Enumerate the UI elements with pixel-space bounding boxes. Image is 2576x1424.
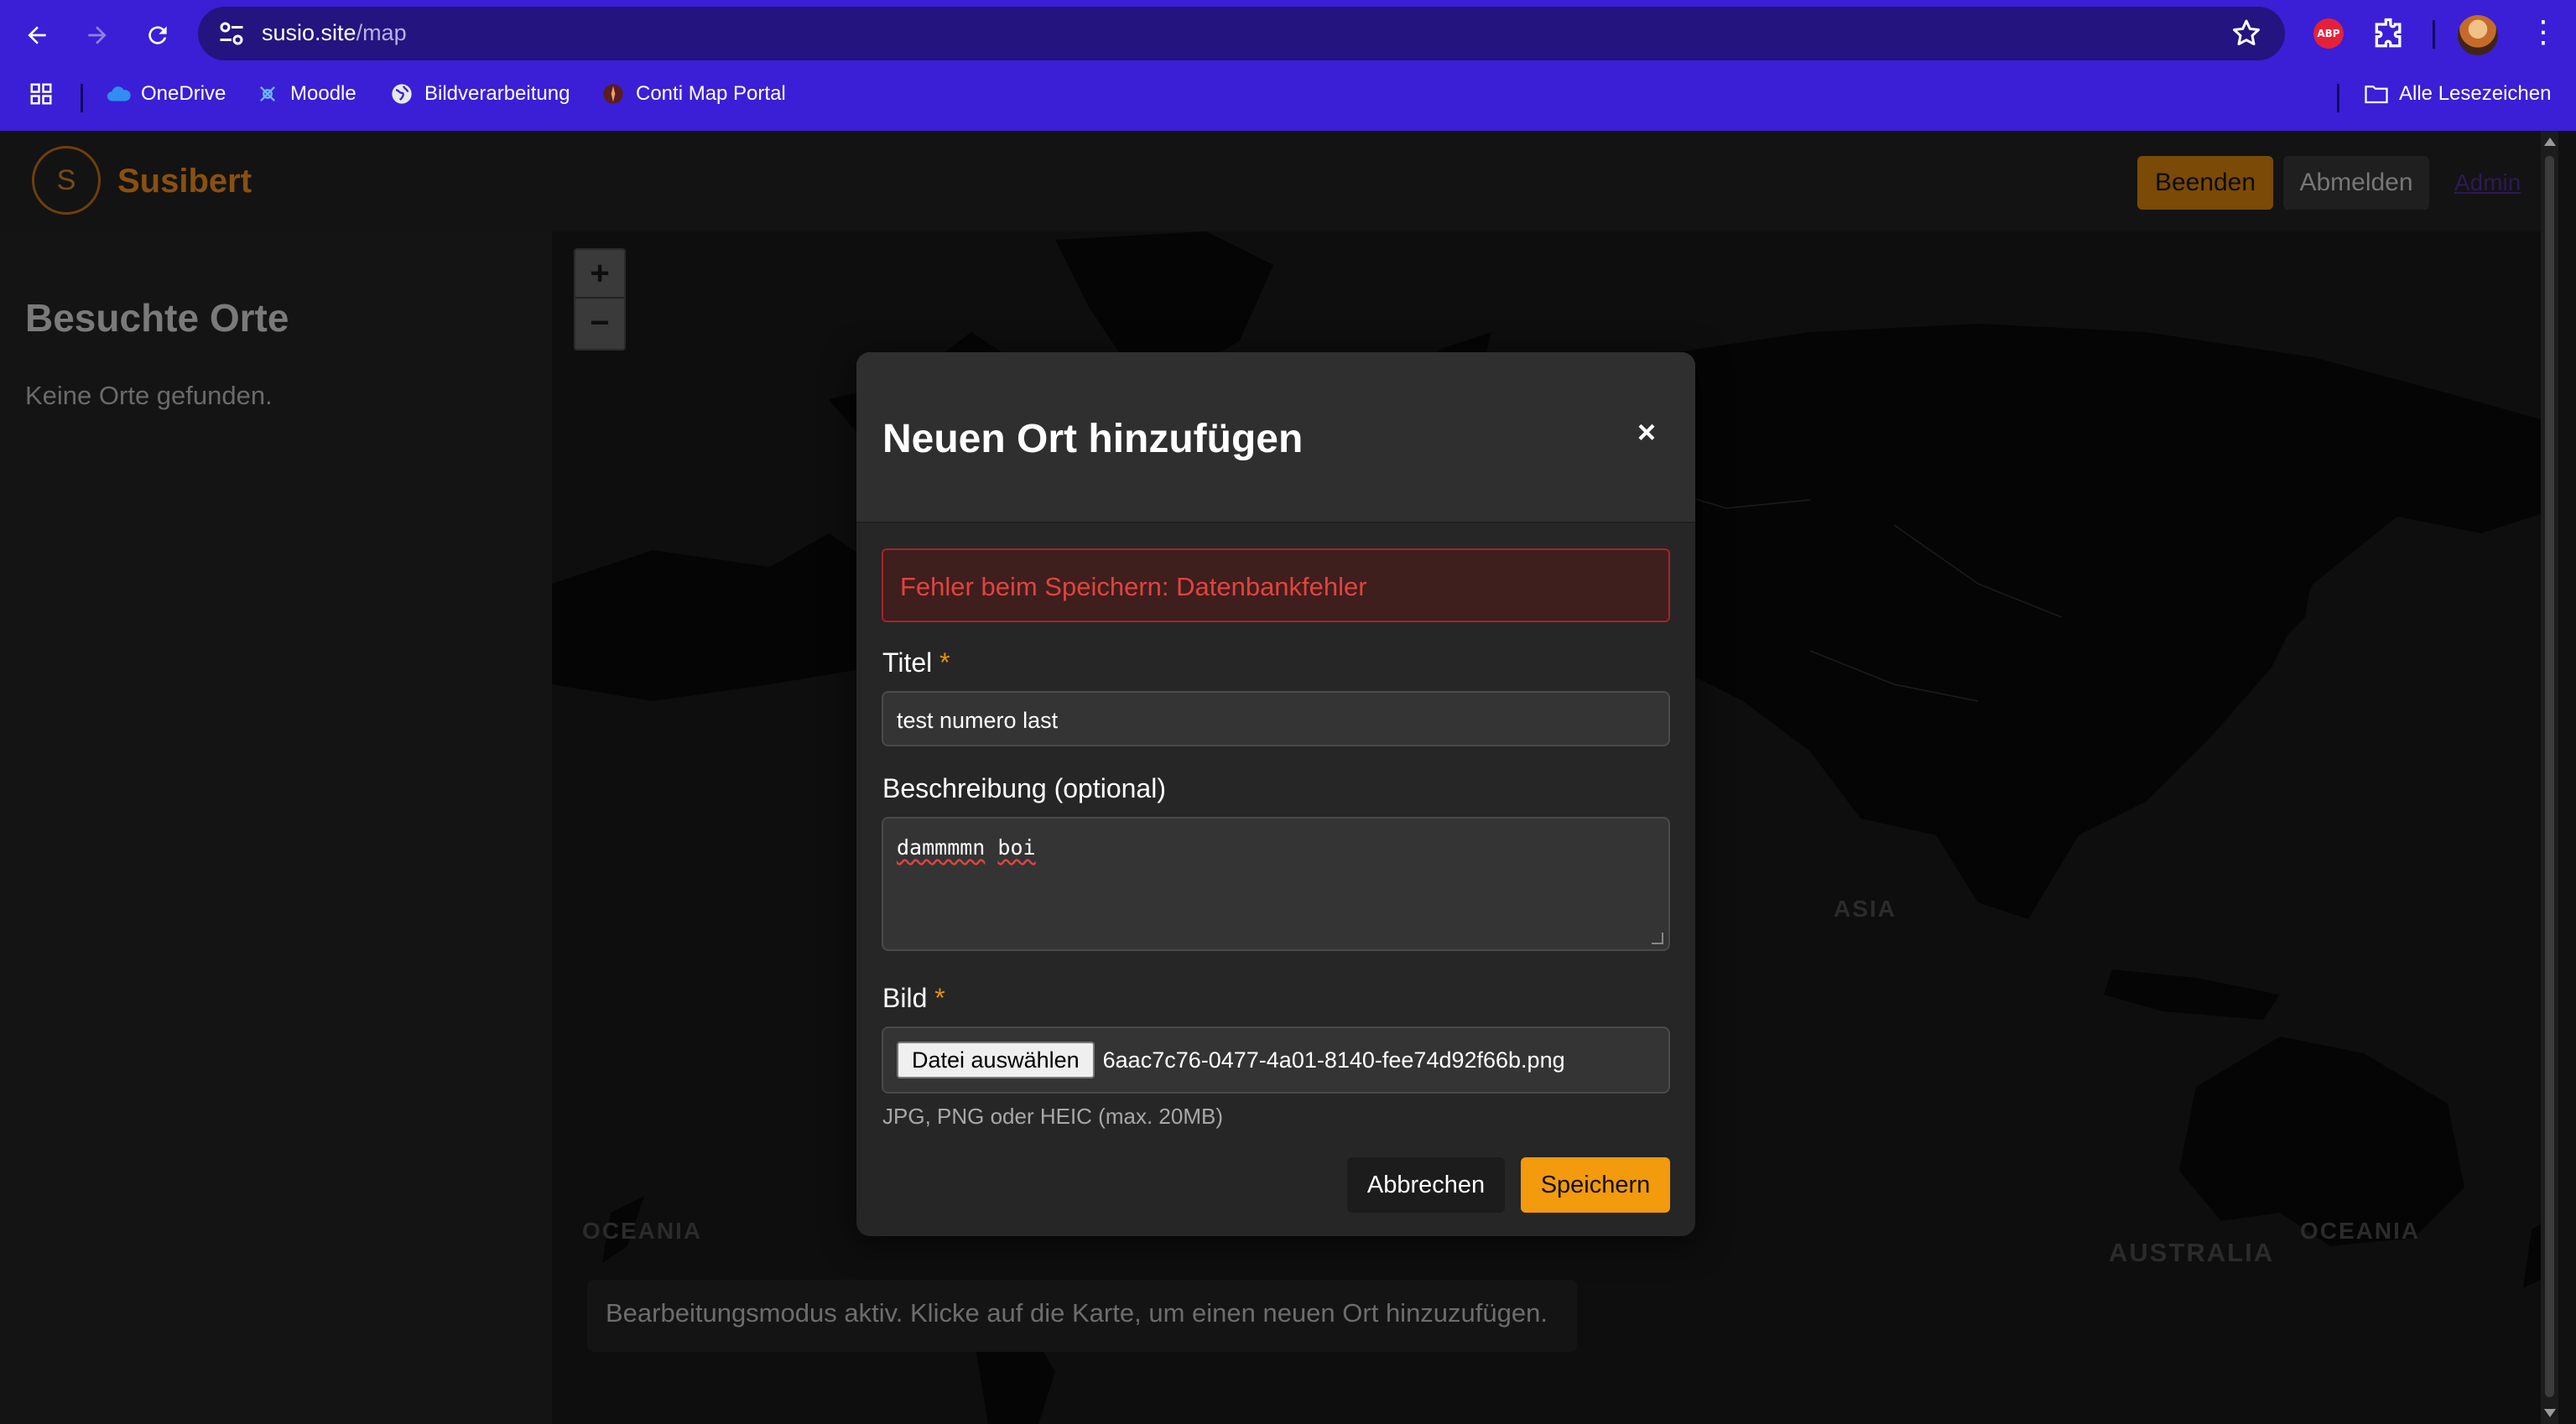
choose-file-button[interactable]: Datei auswählen (897, 1042, 1095, 1078)
required-marker: * (939, 647, 950, 678)
sidebar: Besuchte Orte Keine Orte gefunden. (0, 231, 552, 1424)
title-input[interactable]: test numero last (882, 691, 1670, 746)
file-format-hint: JPG, PNG oder HEIC (max. 20MB) (882, 1104, 1223, 1129)
error-alert: Fehler beim Speichern: Datenbankfehler (882, 548, 1670, 622)
bookmark-moodle[interactable]: Moodle (255, 77, 356, 111)
description-textarea[interactable]: dammmmn boi (882, 817, 1670, 951)
cloud-icon (106, 81, 131, 107)
map-label-asia: ASIA (1834, 896, 1897, 922)
description-word: dammmmn (897, 835, 986, 860)
reload-icon[interactable] (138, 15, 178, 55)
all-bookmarks-label: Alle Lesezeichen (2399, 82, 2552, 105)
selected-file-name: 6aac7c76-0477-4a01-8140-fee74d92f66b.png (1102, 1047, 1565, 1073)
app-header: S Susibert Beenden Abmelden Admin (0, 131, 2558, 231)
description-field-label: Beschreibung (optional) (882, 773, 1166, 803)
bookmark-label: Conti Map Portal (636, 82, 786, 105)
required-marker: * (934, 983, 945, 1013)
profile-avatar[interactable] (2458, 15, 2498, 55)
moodle-icon (255, 81, 280, 107)
title-field-label: Titel * (882, 647, 950, 678)
zoom-control: + − (574, 248, 626, 351)
site-settings-icon[interactable] (216, 18, 247, 49)
description-word: boi (997, 835, 1036, 860)
extensions-icon[interactable] (2370, 15, 2407, 52)
scroll-up-arrow[interactable] (2544, 138, 2556, 146)
save-button[interactable]: Speichern (1521, 1157, 1670, 1213)
map-label-oceania: OCEANIA (2300, 1218, 2421, 1244)
zoom-out-button[interactable]: − (575, 299, 624, 347)
sidebar-title: Besuchte Orte (25, 296, 289, 340)
all-bookmarks[interactable]: Alle Lesezeichen (2364, 77, 2551, 111)
brand-name[interactable]: Susibert (117, 163, 252, 200)
forward-icon[interactable] (77, 15, 117, 55)
scroll-down-arrow[interactable] (2544, 1409, 2556, 1417)
toolbar-separator (2433, 20, 2435, 49)
file-input[interactable]: Datei auswählen 6aac7c76-0477-4a01-8140-… (882, 1026, 1670, 1094)
admin-link[interactable]: Admin (2454, 169, 2521, 196)
folder-icon (2364, 81, 2389, 107)
modal-title: Neuen Ort hinzufügen (882, 417, 1304, 461)
modal-header: Neuen Ort hinzufügen × (856, 352, 1695, 523)
compass-icon (601, 81, 626, 107)
adblock-label: ABP (2317, 28, 2340, 39)
image-field-label: Bild * (882, 983, 945, 1014)
bookmark-label: Bildverarbeitung (424, 82, 570, 105)
bookmark-label: Moodle (290, 82, 356, 105)
scroll-thumb[interactable] (2545, 156, 2554, 1397)
image-label-text: Bild (882, 983, 928, 1013)
adblock-icon[interactable]: ABP (2313, 18, 2344, 49)
url-path: /map (356, 20, 407, 45)
bookmarks-separator (81, 84, 83, 112)
map-label-oceania: OCEANIA (582, 1218, 703, 1244)
globe-icon (389, 81, 414, 107)
bookmark-label: OneDrive (141, 82, 226, 105)
close-icon[interactable]: × (1628, 414, 1665, 451)
browser-chrome: susio.site/map ABP ⋮ OneDrive Moodle Bil… (0, 0, 2576, 131)
bookmarks-bar: OneDrive Moodle Bildverarbeitung Conti M… (0, 74, 2576, 116)
zoom-in-button[interactable]: + (575, 250, 624, 299)
add-place-modal: Neuen Ort hinzufügen × Fehler beim Speic… (856, 352, 1695, 1236)
empty-state-text: Keine Orte gefunden. (25, 381, 273, 410)
resize-handle[interactable] (1652, 933, 1663, 944)
address-bar[interactable]: susio.site/map (198, 7, 2285, 60)
end-edit-button[interactable]: Beenden (2137, 156, 2273, 210)
bookmark-conti-map-portal[interactable]: Conti Map Portal (601, 77, 786, 111)
bookmark-star-icon[interactable] (2230, 17, 2263, 50)
edit-mode-hint: Bearbeitungsmodus aktiv. Klicke auf die … (587, 1280, 1577, 1352)
title-label-text: Titel (882, 647, 933, 678)
logo[interactable]: S (32, 146, 101, 215)
logo-letter: S (56, 164, 76, 196)
url-text[interactable]: susio.site/map (262, 20, 407, 46)
logout-button[interactable]: Abmelden (2283, 156, 2429, 210)
cancel-button[interactable]: Abbrechen (1347, 1157, 1505, 1213)
url-host: susio.site (262, 20, 356, 45)
browser-menu-icon[interactable]: ⋮ (2528, 15, 2558, 52)
back-icon[interactable] (17, 15, 57, 55)
map-label-australia: AUSTRALIA (2109, 1238, 2275, 1267)
bookmark-bildverarbeitung[interactable]: Bildverarbeitung (389, 77, 570, 111)
bookmarks-separator (2337, 84, 2339, 112)
apps-grid-icon[interactable] (29, 77, 54, 111)
page-scrollbar[interactable] (2541, 131, 2558, 1424)
bookmark-onedrive[interactable]: OneDrive (106, 77, 226, 111)
